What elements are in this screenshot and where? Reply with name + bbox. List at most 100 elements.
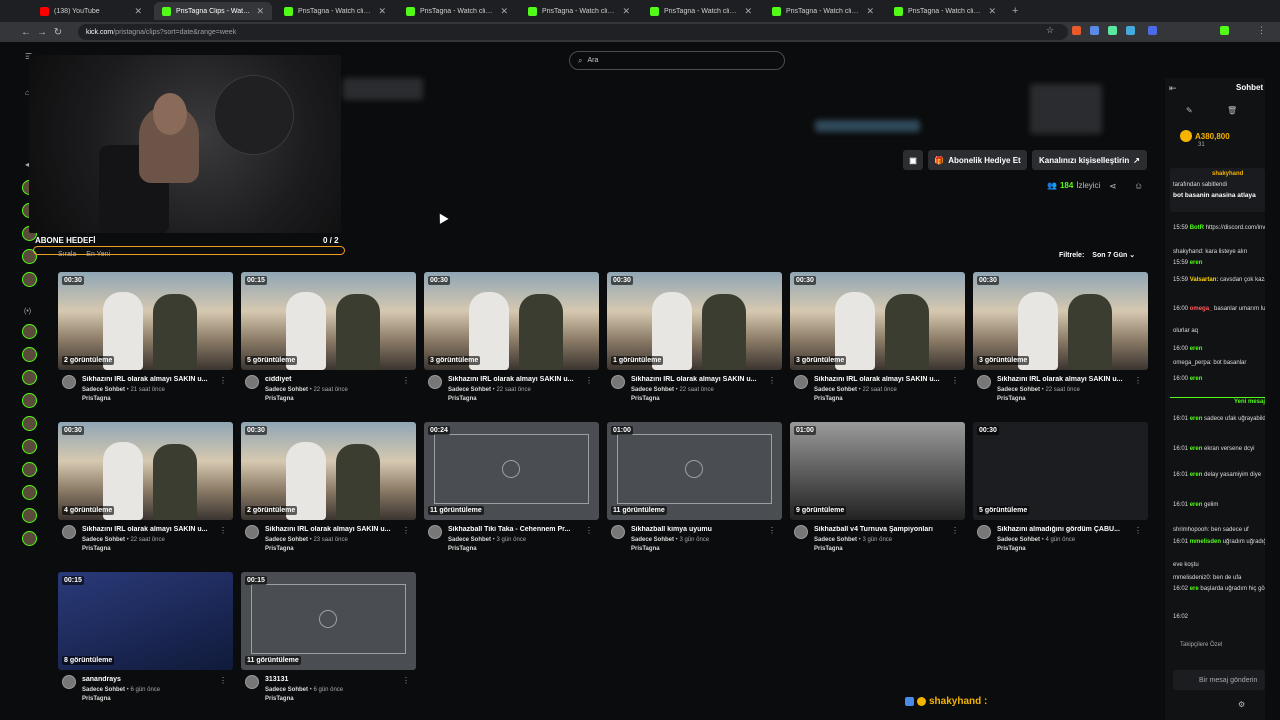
extension-icon[interactable] xyxy=(1090,26,1099,35)
clip-thumbnail[interactable]: 00:24 11 görüntüleme xyxy=(424,422,599,520)
clip-author[interactable]: PrisTagna xyxy=(265,546,294,552)
more-options-icon[interactable]: ⋮ xyxy=(1134,526,1142,535)
more-options-icon[interactable]: ⋮ xyxy=(951,376,959,385)
clip-author[interactable]: PrisTagna xyxy=(631,396,660,402)
clip-title[interactable]: Sikhazını IRL olarak almayı SAKIN u... xyxy=(82,526,222,533)
browser-tab[interactable]: (138) YouTube ✕ xyxy=(32,2,150,20)
browser-tab[interactable]: PrisTagna - Watch clips on Kick ✕ xyxy=(276,2,394,20)
browser-tab[interactable]: PrisTagna - Watch clips on Kick ✕ xyxy=(642,2,760,20)
more-options-icon[interactable]: ⋮ xyxy=(1134,376,1142,385)
clip-thumbnail[interactable]: 00:15 11 görüntüleme xyxy=(241,572,416,670)
more-options-icon[interactable]: ⋮ xyxy=(951,526,959,535)
more-options-icon[interactable]: ⋮ xyxy=(402,526,410,535)
avatar[interactable] xyxy=(245,525,259,539)
more-options-icon[interactable]: ⋮ xyxy=(219,526,227,535)
avatar[interactable] xyxy=(977,375,991,389)
clip-card[interactable]: 00:15 8 görüntüleme sanandrays Sadece Sohbe… xyxy=(58,572,233,712)
clip-card[interactable]: 00:30 3 görüntüleme Sikhazını IRL olarak a… xyxy=(973,272,1148,412)
clip-thumbnail[interactable]: 00:30 1 görüntüleme xyxy=(607,272,782,370)
extension-icon[interactable] xyxy=(1072,26,1081,35)
clip-card[interactable]: 00:30 3 görüntüleme Sikhazını IRL olarak a… xyxy=(424,272,599,412)
clip-title[interactable]: sanandrays xyxy=(82,676,222,683)
message-user[interactable]: eren xyxy=(1190,416,1203,422)
close-icon[interactable]: ✕ xyxy=(134,6,142,17)
clip-title[interactable]: Sikhazını IRL olarak almayı SAKIN u... xyxy=(814,376,954,383)
close-icon[interactable]: ✕ xyxy=(622,6,630,17)
avatar[interactable] xyxy=(611,375,625,389)
browser-tab[interactable]: PrisTagna Clips - Watch Live on ✕ xyxy=(154,2,272,20)
avatar[interactable] xyxy=(62,675,76,689)
message-user[interactable]: Valsartan: xyxy=(1190,277,1219,283)
clip-card[interactable]: 00:15 5 görüntüleme ciddiyet Sadece Sohbet … xyxy=(241,272,416,412)
channel-avatar[interactable] xyxy=(22,416,37,431)
message-user[interactable]: omega_ xyxy=(1190,306,1213,312)
clip-author[interactable]: PrisTagna xyxy=(448,546,477,552)
clip-author[interactable]: PrisTagna xyxy=(814,546,843,552)
more-options-icon[interactable]: ⋮ xyxy=(402,676,410,685)
clip-author[interactable]: PrisTagna xyxy=(448,396,477,402)
clip-thumbnail[interactable]: 00:30 3 görüntüleme xyxy=(973,272,1148,370)
more-options-icon[interactable]: ⋮ xyxy=(219,376,227,385)
more-options-icon[interactable]: ⋮ xyxy=(768,376,776,385)
clip-thumbnail[interactable]: 01:00 11 görüntüleme xyxy=(607,422,782,520)
gift-sub-button[interactable]: 🎁 Abonelik Hediye Et xyxy=(928,150,1027,170)
message-user[interactable]: eren xyxy=(1190,502,1203,508)
clip-title[interactable]: Sikhazball v4 Turnuva Şampiyonları xyxy=(814,526,954,533)
channel-avatar[interactable] xyxy=(22,462,37,477)
channel-avatar[interactable] xyxy=(22,485,37,500)
message-user[interactable]: eren xyxy=(1190,472,1203,478)
clip-author[interactable]: PrisTagna xyxy=(631,546,660,552)
clip-thumbnail[interactable]: 00:15 5 görüntüleme xyxy=(241,272,416,370)
close-icon[interactable]: ✕ xyxy=(866,6,874,17)
extension-icon[interactable] xyxy=(1220,26,1229,35)
settings-icon[interactable]: ⚙ xyxy=(1238,700,1245,709)
profile-icon[interactable]: ☺ xyxy=(1134,181,1143,191)
close-icon[interactable]: ✕ xyxy=(500,6,508,17)
clip-card[interactable]: 00:30 5 görüntüleme Sikhazını almadığını g… xyxy=(973,422,1148,562)
browser-tab[interactable]: PrisTagna - Watch clips on Kick ✕ xyxy=(398,2,516,20)
forward-icon[interactable]: → xyxy=(34,27,50,38)
clip-title[interactable]: Sikhazını IRL olarak almayı SAKIN u... xyxy=(631,376,771,383)
extension-icon[interactable] xyxy=(1126,26,1135,35)
avatar[interactable] xyxy=(245,375,259,389)
filter-dropdown[interactable]: Son 7 Gün ⌄ xyxy=(1092,251,1135,259)
clip-thumbnail[interactable]: 00:30 4 görüntüleme xyxy=(58,422,233,520)
clip-thumbnail[interactable]: 01:00 9 görüntüleme xyxy=(790,422,965,520)
clip-card[interactable]: 00:24 11 görüntüleme Sikhazball Tiki Taka … xyxy=(424,422,599,562)
browser-tab[interactable]: PrisTagna - Watch clips on Kick ✕ xyxy=(764,2,882,20)
avatar[interactable] xyxy=(794,525,808,539)
extension-icon[interactable] xyxy=(1148,26,1157,35)
clip-thumbnail[interactable]: 00:30 2 görüntüleme xyxy=(241,422,416,520)
more-options-icon[interactable]: ⋮ xyxy=(219,676,227,685)
close-icon[interactable]: ✕ xyxy=(256,6,264,17)
clip-author[interactable]: PrisTagna xyxy=(82,696,111,702)
customize-channel-button[interactable]: Kanalınızı kişiselleştirin ↗ xyxy=(1032,150,1147,170)
avatar[interactable] xyxy=(794,375,808,389)
clip-author[interactable]: PrisTagna xyxy=(265,696,294,702)
close-icon[interactable]: ✕ xyxy=(378,6,386,17)
clip-card[interactable]: 00:30 3 görüntüleme Sikhazını IRL olarak a… xyxy=(790,272,965,412)
clip-thumbnail[interactable]: 00:30 2 görüntüleme xyxy=(58,272,233,370)
message-user[interactable]: eren xyxy=(1190,376,1203,382)
clip-author[interactable]: PrisTagna xyxy=(997,396,1026,402)
clip-author[interactable]: PrisTagna xyxy=(997,546,1026,552)
browser-tab[interactable]: PrisTagna - Watch clips on Kick ✕ xyxy=(520,2,638,20)
clip-card[interactable]: 00:30 2 görüntüleme Sikhazını IRL olarak a… xyxy=(241,422,416,562)
clip-thumbnail[interactable]: 00:30 3 görüntüleme xyxy=(790,272,965,370)
message-user[interactable]: eren xyxy=(1190,260,1203,266)
channel-avatar[interactable] xyxy=(22,347,37,362)
more-options-icon[interactable]: ⋮ xyxy=(585,526,593,535)
clip-card[interactable]: 00:30 4 görüntüleme Sikhazını IRL olarak a… xyxy=(58,422,233,562)
star-icon[interactable]: ☆ xyxy=(1046,25,1054,36)
channel-avatar[interactable] xyxy=(22,370,37,385)
more-options-icon[interactable]: ⋮ xyxy=(585,376,593,385)
clip-title[interactable]: Sikhazını IRL olarak almayı SAKIN u... xyxy=(997,376,1137,383)
clip-title[interactable]: Sikhazını IRL olarak almayı SAKIN u... xyxy=(448,376,588,383)
clip-thumbnail[interactable]: 00:30 5 görüntüleme xyxy=(973,422,1148,520)
channel-avatar[interactable] xyxy=(22,508,37,523)
url-field[interactable]: kick.com/pristagna/clips?sort=date&range… xyxy=(78,24,1068,40)
close-icon[interactable]: ✕ xyxy=(744,6,752,17)
browser-tab[interactable]: PrisTagna - Watch clips on Kick ✕ xyxy=(886,2,1004,20)
avatar[interactable] xyxy=(611,525,625,539)
message-user[interactable]: eren xyxy=(1190,446,1203,452)
